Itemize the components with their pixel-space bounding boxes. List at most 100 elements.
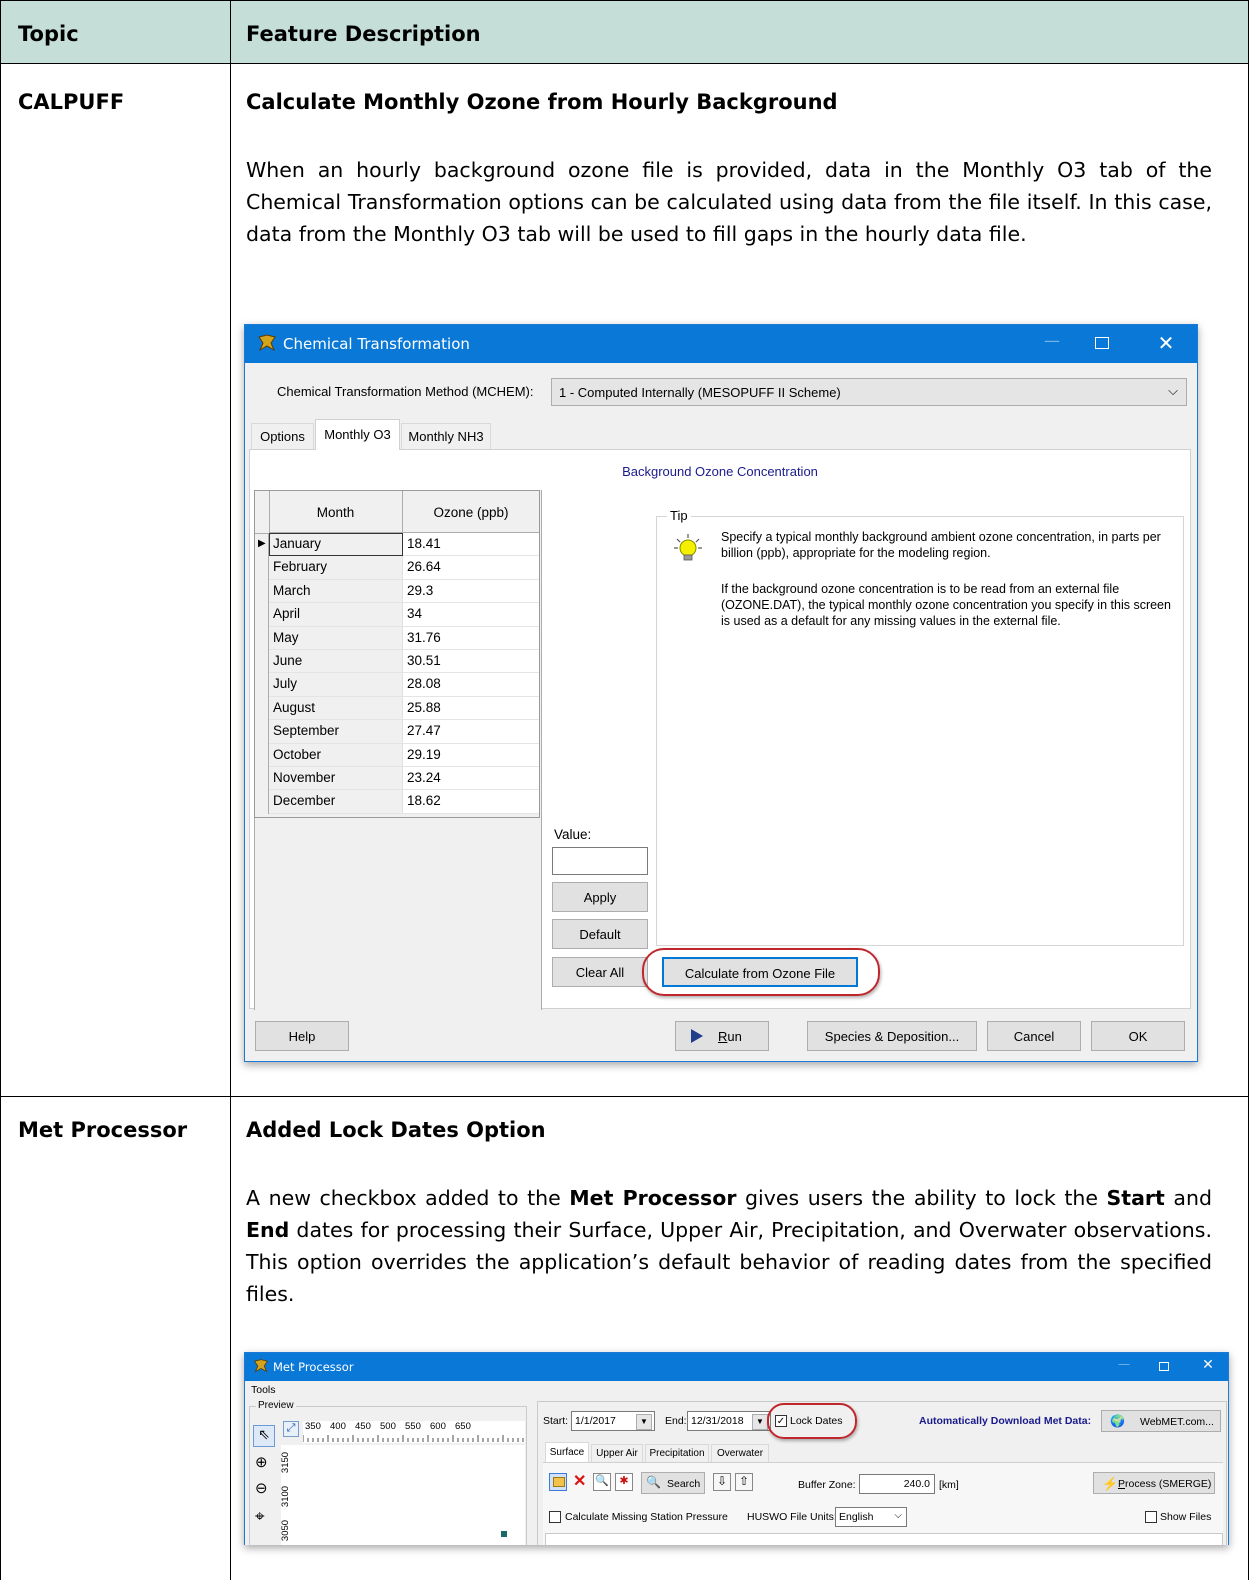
grid-header-ozone[interactable]: Ozone (ppb) (403, 491, 539, 533)
tab-monthly-o3[interactable]: Monthly O3 (315, 419, 400, 450)
huswo-units-label: HUSWO File Units: (747, 1511, 837, 1523)
zoom-in-icon[interactable]: ⊕ (255, 1453, 268, 1471)
zoom-out-icon[interactable]: ⊖ (255, 1479, 268, 1497)
row-selector[interactable] (255, 743, 269, 767)
grid-cell-ozone[interactable]: 26.64 (403, 556, 539, 580)
export-icon[interactable]: ⇧ (735, 1473, 753, 1491)
tip-paragraph-1: Specify a typical monthly background amb… (721, 530, 1161, 560)
ok-button[interactable]: OK (1091, 1021, 1185, 1051)
process-smerge-button[interactable]: ⚡ Process (SMERGE) (1093, 1472, 1215, 1494)
grid-cell-ozone[interactable]: 29.19 (403, 743, 539, 767)
row-heading: Calculate Monthly Ozone from Hourly Back… (246, 90, 838, 114)
maximize-icon[interactable] (1159, 1362, 1169, 1371)
extent-icon[interactable]: ⤢ (283, 1421, 299, 1437)
method-label: Chemical Transformation Method (MCHEM): (277, 384, 534, 399)
auto-download-label: Automatically Download Met Data: (919, 1415, 1092, 1427)
dropdown-arrow-icon: ▼ (752, 1414, 768, 1430)
maximize-icon[interactable] (1095, 337, 1109, 349)
grid-cell-month[interactable]: June (269, 650, 403, 674)
search-button[interactable]: 🔍 Search (641, 1472, 705, 1494)
row-selector[interactable] (255, 767, 269, 791)
grid-cell-ozone[interactable]: 27.47 (403, 720, 539, 744)
menu-tools[interactable]: Tools (251, 1384, 276, 1396)
tab-monthly-nh3[interactable]: Monthly NH3 (401, 423, 491, 449)
help-button[interactable]: Help (255, 1021, 349, 1051)
species-deposition-button[interactable]: Species & Deposition... (807, 1021, 977, 1051)
row-selector[interactable] (255, 673, 269, 697)
calc-missing-pressure-checkbox[interactable] (549, 1511, 561, 1523)
row-selector[interactable] (255, 579, 269, 604)
grid-cell-ozone[interactable]: 31.76 (403, 626, 539, 650)
show-files-checkbox[interactable] (1145, 1511, 1157, 1523)
row-selector[interactable] (255, 696, 269, 721)
grid-cell-month[interactable]: May (269, 626, 403, 650)
tab-overwater[interactable]: Overwater (711, 1444, 769, 1462)
tab-precipitation[interactable]: Precipitation (645, 1444, 709, 1462)
row-selector[interactable]: ▶ (255, 533, 269, 557)
minimize-icon[interactable]: — (1037, 331, 1067, 350)
play-icon (690, 1028, 704, 1047)
row-selector[interactable] (255, 650, 269, 674)
tab-surface[interactable]: Surface (545, 1442, 589, 1462)
row-selector[interactable] (255, 556, 269, 580)
row-selector[interactable] (255, 626, 269, 650)
grid-cell-ozone[interactable]: 28.08 (403, 673, 539, 697)
section-title: Background Ozone Concentration (622, 464, 818, 479)
tab-upper-air[interactable]: Upper Air (591, 1444, 643, 1462)
row-selector[interactable] (255, 603, 269, 627)
grid-cell-ozone[interactable]: 18.62 (403, 790, 539, 814)
webmet-button[interactable]: 🌍 WebMET.com... (1101, 1410, 1221, 1432)
preview-file-icon[interactable]: 🔍 (593, 1473, 611, 1491)
start-date-value: 1/1/2017 (575, 1415, 616, 1427)
grid-header-month[interactable]: Month (269, 491, 403, 533)
table-divider (0, 63, 1249, 64)
grid-cell-month[interactable]: October (269, 743, 403, 767)
grid-cell-ozone[interactable]: 29.3 (403, 579, 539, 604)
edit-station-icon[interactable]: ✱ (615, 1473, 633, 1491)
grid-cell-ozone[interactable]: 30.51 (403, 650, 539, 674)
grid-cell-ozone[interactable]: 18.41 (403, 533, 539, 557)
grid-cell-month[interactable]: December (269, 790, 403, 814)
start-date-picker[interactable]: 1/1/2017 ▼ (571, 1411, 655, 1431)
grid-cell-month[interactable]: July (269, 673, 403, 697)
huswo-units-select[interactable]: English ⌵ (835, 1507, 907, 1527)
met-processor-window: Met Processor — ✕ Tools Preview ⇖ ⊕ ⊖ ⌖ … (244, 1352, 1229, 1545)
apply-button[interactable]: Apply (552, 882, 648, 912)
grid-cell-ozone[interactable]: 23.24 (403, 767, 539, 791)
grid-cell-month[interactable]: September (269, 720, 403, 744)
map-preview[interactable] (303, 1445, 525, 1545)
tab-options[interactable]: Options (251, 423, 314, 449)
row-selector[interactable] (255, 720, 269, 744)
default-button[interactable]: Default (552, 919, 648, 949)
buffer-zone-input[interactable]: 240.0 (859, 1474, 935, 1494)
close-icon[interactable]: ✕ (1151, 331, 1181, 355)
grid-cell-month[interactable]: November (269, 767, 403, 791)
minimize-icon[interactable]: — (1113, 1357, 1135, 1371)
tab-panel: Background Ozone Concentration Month Ozo… (249, 449, 1191, 1010)
pointer-tool-icon[interactable]: ⇖ (253, 1425, 275, 1447)
method-select[interactable]: 1 - Computed Internally (MESOPUFF II Sch… (551, 378, 1187, 406)
row-selector[interactable] (255, 790, 269, 814)
grid-cell-month[interactable]: April (269, 603, 403, 627)
cancel-button[interactable]: Cancel (987, 1021, 1081, 1051)
grid-cell-month[interactable]: March (269, 579, 403, 604)
row-paragraph: When an hourly background ozone file is … (246, 158, 1212, 246)
ozone-grid[interactable]: Month Ozone (ppb) ▶ January 18.41 February 2… (254, 490, 540, 818)
import-icon[interactable]: ⇩ (713, 1473, 731, 1491)
crosshair-icon[interactable]: ⌖ (255, 1507, 265, 1527)
preview-label: Preview (256, 1400, 296, 1411)
grid-cell-month[interactable]: January (269, 533, 403, 557)
row-topic-calpuff: CALPUFF (18, 90, 125, 114)
delete-icon[interactable]: ✕ (573, 1471, 586, 1491)
run-button[interactable]: Run (675, 1021, 769, 1051)
grid-cell-ozone[interactable]: 25.88 (403, 696, 539, 721)
clear-all-button[interactable]: Clear All (552, 957, 648, 987)
grid-cell-ozone[interactable]: 34 (403, 603, 539, 627)
close-icon[interactable]: ✕ (1197, 1357, 1219, 1373)
grid-cell-month[interactable]: February (269, 556, 403, 580)
end-date-picker[interactable]: 12/31/2018 ▼ (687, 1411, 771, 1431)
open-folder-icon[interactable] (549, 1473, 567, 1491)
calc-missing-pressure-label: Calculate Missing Station Pressure (565, 1511, 728, 1523)
grid-cell-month[interactable]: August (269, 696, 403, 721)
value-input[interactable] (552, 847, 648, 875)
